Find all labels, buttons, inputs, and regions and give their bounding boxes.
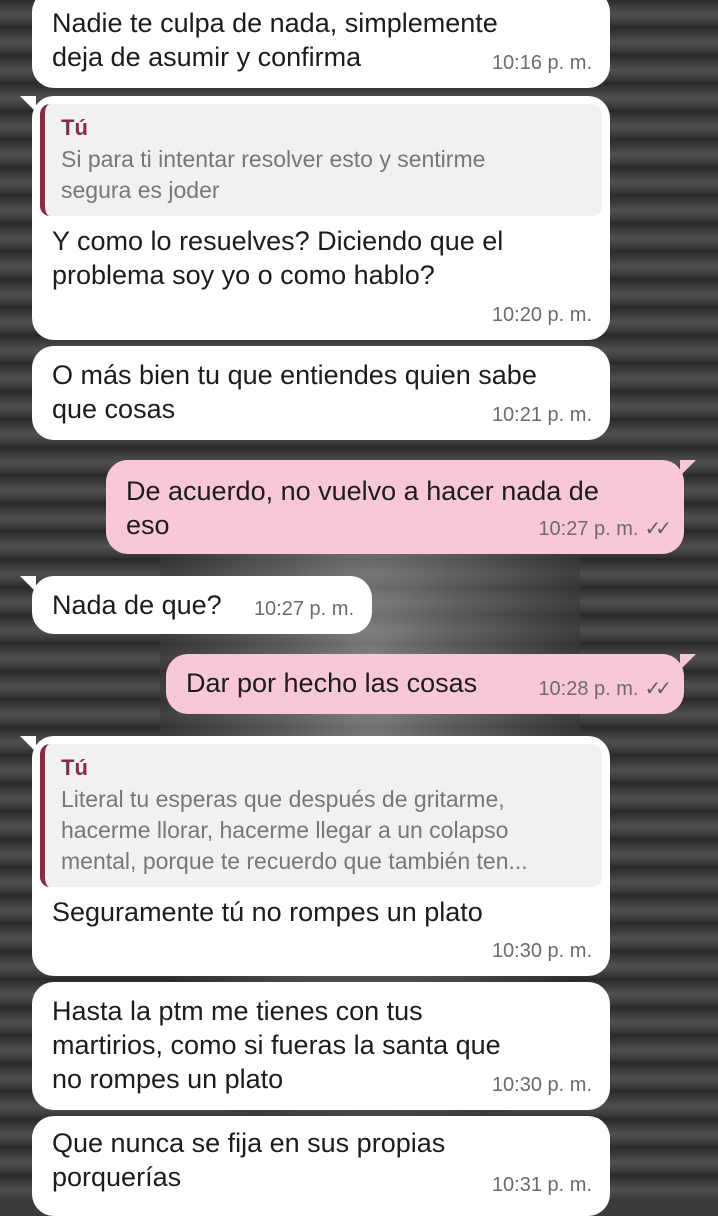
quote-text: Si para ti intentar resolver esto y sent… (61, 146, 486, 203)
message-bubble-incoming[interactable]: O más bien tu que entiendes quien sabe q… (32, 346, 610, 440)
quote-author: Tú (61, 115, 88, 140)
message-time: 10:28 p. m. (538, 678, 639, 700)
message-time: 10:20 p. m. (491, 304, 592, 326)
message-time: 10:16 p. m. (491, 52, 592, 74)
message-bubble-incoming[interactable]: Que nunca se fija en sus propias porquer… (32, 1116, 610, 1216)
message-bubble-outgoing[interactable]: De acuerdo, no vuelvo a hacer nada de es… (106, 460, 696, 554)
message-bubble-incoming-reply[interactable]: Tú Si para ti intentar resolver esto y s… (20, 96, 610, 340)
quote-text: Literal tu esperas que después de gritar… (61, 786, 528, 874)
message-time: 10:27 p. m. (253, 598, 354, 620)
message-time: 10:31 p. m. (491, 1174, 592, 1196)
quoted-message[interactable]: Tú Literal tu esperas que después de gri… (40, 744, 602, 887)
quoted-message[interactable]: Tú Si para ti intentar resolver esto y s… (40, 104, 602, 216)
message-time-status: 10:27 p. m. ✓✓ (538, 512, 671, 546)
double-check-icon: ✓✓ (644, 678, 671, 700)
message-bubble-incoming[interactable]: Nada de que? 10:27 p. m. (20, 576, 372, 634)
message-bubble-incoming-reply[interactable]: Tú Literal tu esperas que después de gri… (20, 736, 610, 976)
message-time-status: 10:28 p. m. ✓✓ (538, 672, 671, 706)
message-bubble-incoming[interactable]: Hasta la ptm me tienes con tus martirios… (32, 982, 610, 1110)
message-bubble-outgoing[interactable]: Dar por hecho las cosas 10:28 p. m. ✓✓ (166, 654, 696, 714)
message-time: 10:30 p. m. (491, 1074, 592, 1096)
double-check-icon: ✓✓ (644, 518, 671, 540)
message-time: 10:27 p. m. (538, 518, 639, 540)
message-bubble-incoming[interactable]: Nadie te culpa de nada, simplemente deja… (32, 0, 610, 88)
message-time: 10:21 p. m. (491, 404, 592, 426)
message-text: Y como lo resuelves? Diciendo que el pro… (52, 226, 504, 290)
message-text: Seguramente tú no rompes un plato (52, 897, 483, 927)
quote-author: Tú (61, 755, 88, 780)
message-time: 10:30 p. m. (491, 940, 592, 962)
